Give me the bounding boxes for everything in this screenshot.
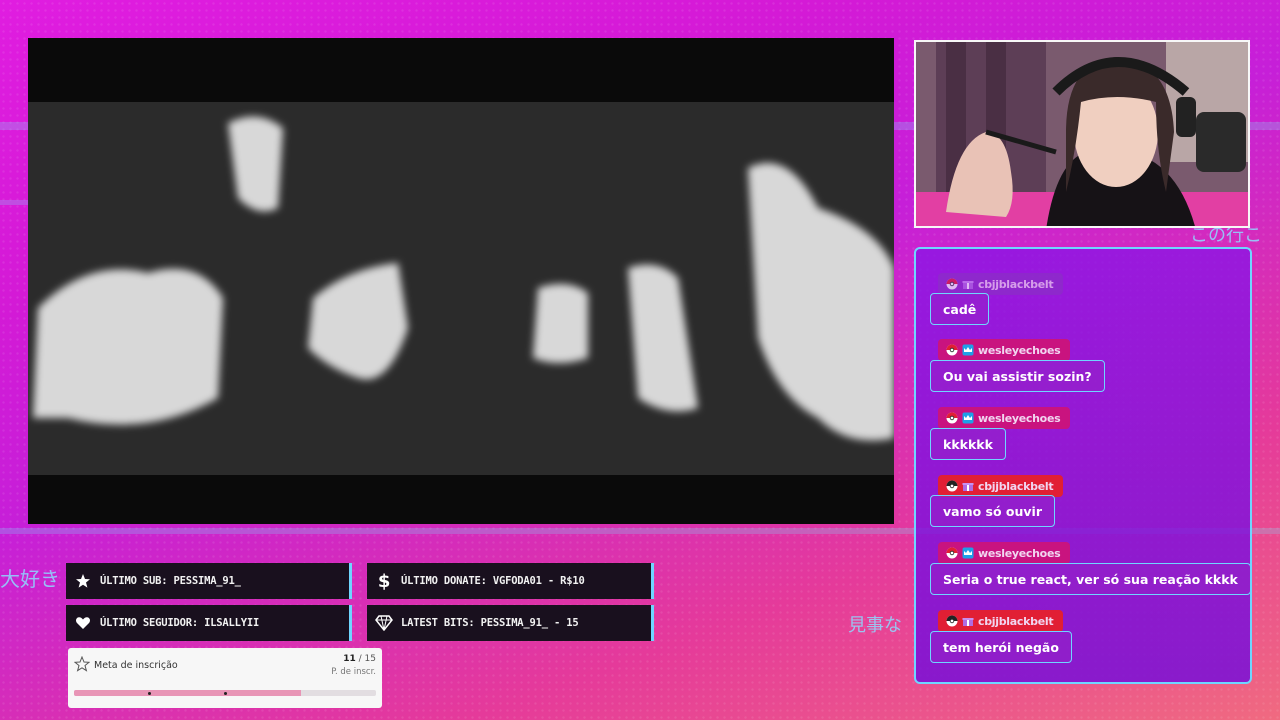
- subscription-goal-widget: Meta de inscrição 11 / 15 P. de inscr.: [68, 648, 382, 708]
- goal-separator: /: [355, 654, 365, 664]
- last-sub-bar: Último sub: pessima_91_: [66, 563, 352, 599]
- chat-message-text: kkkkkk: [943, 436, 993, 452]
- gift-icon: [962, 480, 974, 492]
- pokeball-icon: [946, 412, 958, 424]
- chat-message: vamo só ouvir: [930, 495, 1056, 527]
- chat-message: kkkkkk: [930, 428, 1006, 460]
- pokeball-icon: [946, 480, 958, 492]
- last-follower-text: Último seguidor: ilsallyii: [100, 617, 260, 629]
- goal-count: 11 / 15: [343, 654, 376, 664]
- star-icon: [74, 572, 92, 590]
- chat-message-text: cadê: [943, 301, 977, 317]
- gift-icon: [962, 615, 974, 627]
- crown-icon: [962, 412, 974, 424]
- star-outline-icon: [73, 655, 91, 676]
- chat-username-badge[interactable]: wesleyechoes: [938, 542, 1071, 564]
- chat-username-badge[interactable]: cbjjblackbelt: [938, 610, 1064, 632]
- chat-username: wesleyechoes: [978, 546, 1061, 560]
- chat-message: Ou vai assistir sozin?: [930, 360, 1105, 392]
- pokeball-icon: [946, 615, 958, 627]
- chat-username-badge[interactable]: cbjjblackbelt: [938, 475, 1064, 497]
- heart-icon: [74, 614, 92, 632]
- chat-message-text: tem herói negão: [943, 639, 1059, 655]
- last-donate-bar: $ Último donate: vgfoda01 - R$10: [367, 563, 654, 599]
- pokeball-icon: [946, 344, 958, 356]
- pokeball-icon: [946, 278, 958, 290]
- chat-username: cbjjblackbelt: [978, 479, 1054, 493]
- chat-message-text: Seria o true react, ver só sua reação kk…: [943, 571, 1238, 587]
- chat-username: wesleyechoes: [978, 411, 1061, 425]
- crown-icon: [962, 344, 974, 356]
- goal-progress-fill: [74, 690, 301, 696]
- webcam-image: [916, 42, 1248, 226]
- gift-icon: [962, 278, 974, 290]
- pokeball-icon: [946, 547, 958, 559]
- chat-message: cadê: [930, 293, 990, 325]
- decor-japanese-text: 大好き: [0, 567, 60, 591]
- chat-username-badge[interactable]: cbjjblackbelt: [938, 273, 1064, 295]
- chat-username-badge[interactable]: wesleyechoes: [938, 339, 1071, 361]
- latest-bits-bar: Latest bits: pessima_91_ - 15: [367, 605, 654, 641]
- diamond-icon: [375, 614, 393, 632]
- goal-current: 11: [343, 654, 356, 664]
- goal-target: 15: [364, 654, 376, 664]
- chat-message-text: vamo só ouvir: [943, 503, 1043, 519]
- goal-marker: [224, 692, 227, 695]
- latest-bits-text: Latest bits: pessima_91_ - 15: [401, 617, 579, 629]
- chat-message-text: Ou vai assistir sozin?: [943, 368, 1092, 384]
- chat-username: wesleyechoes: [978, 343, 1061, 357]
- last-donate-text: Último donate: vgfoda01 - R$10: [401, 575, 585, 587]
- chat-username: cbjjblackbelt: [978, 277, 1054, 291]
- chat-username-badge[interactable]: wesleyechoes: [938, 407, 1071, 429]
- last-follower-bar: Último seguidor: ilsallyii: [66, 605, 352, 641]
- last-sub-text: Último sub: pessima_91_: [100, 575, 241, 587]
- goal-title: Meta de inscrição: [94, 660, 178, 671]
- goal-sub-label: P. de inscr.: [331, 667, 376, 677]
- video-player[interactable]: [28, 38, 894, 524]
- chat-username: cbjjblackbelt: [978, 614, 1054, 628]
- decor-japanese-text: 見事な: [848, 615, 902, 636]
- crown-icon: [962, 547, 974, 559]
- dollar-icon: $: [377, 570, 391, 592]
- chat-message: tem herói negão: [930, 631, 1072, 663]
- chat-message: Seria o true react, ver só sua reação kk…: [930, 563, 1250, 595]
- webcam-feed: [914, 40, 1250, 228]
- video-frame: [28, 38, 894, 524]
- goal-marker: [148, 692, 151, 695]
- chat-panel[interactable]: cbjjblackbelt cadê wesleyechoes Ou vai a…: [914, 247, 1252, 684]
